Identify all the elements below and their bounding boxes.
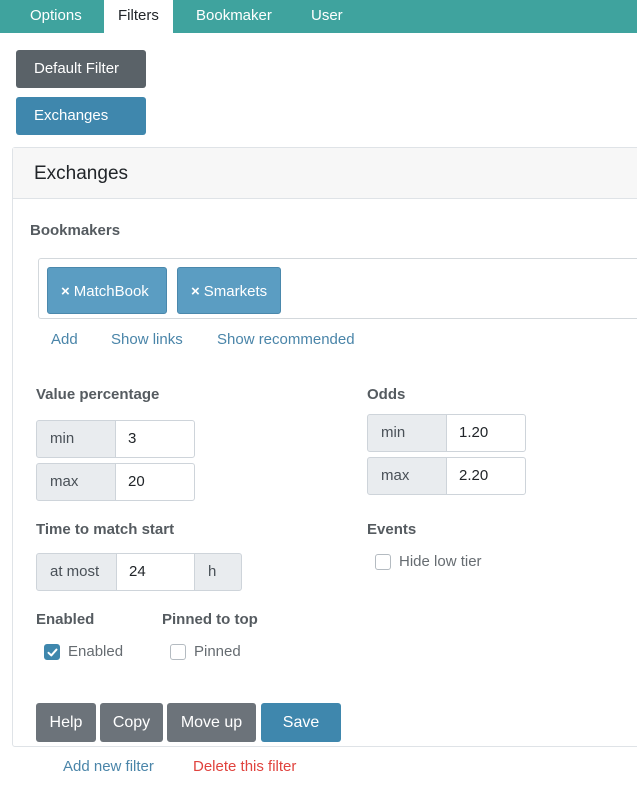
card-title: Exchanges <box>34 163 129 184</box>
tag-label: Smarkets <box>203 283 268 300</box>
tab-filters[interactable]: Filters <box>104 0 173 33</box>
bookmakers-label: Bookmakers <box>30 222 121 239</box>
tab-bookmaker[interactable]: Bookmaker <box>182 0 286 33</box>
pinned-label: Pinned to top <box>162 611 258 628</box>
show-recommended-link[interactable]: Show recommended <box>217 331 355 348</box>
value-max-addon: max <box>36 463 116 501</box>
time-hours-input[interactable]: 24 <box>116 553 195 591</box>
save-button[interactable]: Save <box>261 703 341 742</box>
remove-tag-icon[interactable]: × <box>61 283 70 300</box>
value-percentage-label: Value percentage <box>36 386 160 403</box>
hide-low-tier-label[interactable]: Hide low tier <box>399 553 482 570</box>
odds-label: Odds <box>367 386 406 403</box>
checkmark-icon <box>47 648 58 657</box>
odds-min-input[interactable]: 1.20 <box>446 414 526 452</box>
card-header: Exchanges <box>13 148 637 199</box>
time-prefix-addon: at most <box>36 553 117 591</box>
value-min-addon: min <box>36 420 116 458</box>
events-label: Events <box>367 521 417 538</box>
hide-low-tier-checkbox[interactable] <box>375 554 391 570</box>
add-new-filter-link[interactable]: Add new filter <box>63 758 154 775</box>
tag-label: MatchBook <box>73 283 149 300</box>
bookmaker-tag-smarkets[interactable]: × Smarkets <box>177 267 281 314</box>
move-up-button[interactable]: Move up <box>167 703 256 742</box>
odds-max-addon: max <box>367 457 447 495</box>
remove-tag-icon[interactable]: × <box>191 283 200 300</box>
value-min-input[interactable]: 3 <box>115 420 195 458</box>
enabled-checkbox-label[interactable]: Enabled <box>68 643 123 660</box>
bookmaker-tag-matchbook[interactable]: × MatchBook <box>47 267 167 314</box>
show-links-link[interactable]: Show links <box>111 331 183 348</box>
add-bookmaker-link[interactable]: Add <box>51 331 78 348</box>
help-button[interactable]: Help <box>36 703 96 742</box>
odds-min-addon: min <box>367 414 447 452</box>
filter-item-default[interactable]: Default Filter <box>16 50 146 88</box>
top-nav: Options Filters Bookmaker User <box>0 0 637 33</box>
value-max-input[interactable]: 20 <box>115 463 195 501</box>
time-to-match-label: Time to match start <box>36 521 175 538</box>
enabled-label: Enabled <box>36 611 95 628</box>
tab-options[interactable]: Options <box>16 0 96 33</box>
filter-item-exchanges[interactable]: Exchanges <box>16 97 146 135</box>
copy-button[interactable]: Copy <box>100 703 163 742</box>
enabled-checkbox[interactable] <box>44 644 60 660</box>
odds-max-input[interactable]: 2.20 <box>446 457 526 495</box>
delete-filter-link[interactable]: Delete this filter <box>193 758 296 775</box>
pinned-checkbox[interactable] <box>170 644 186 660</box>
pinned-checkbox-label[interactable]: Pinned <box>194 643 241 660</box>
time-suffix-addon: h <box>194 553 242 591</box>
tab-user[interactable]: User <box>297 0 357 33</box>
